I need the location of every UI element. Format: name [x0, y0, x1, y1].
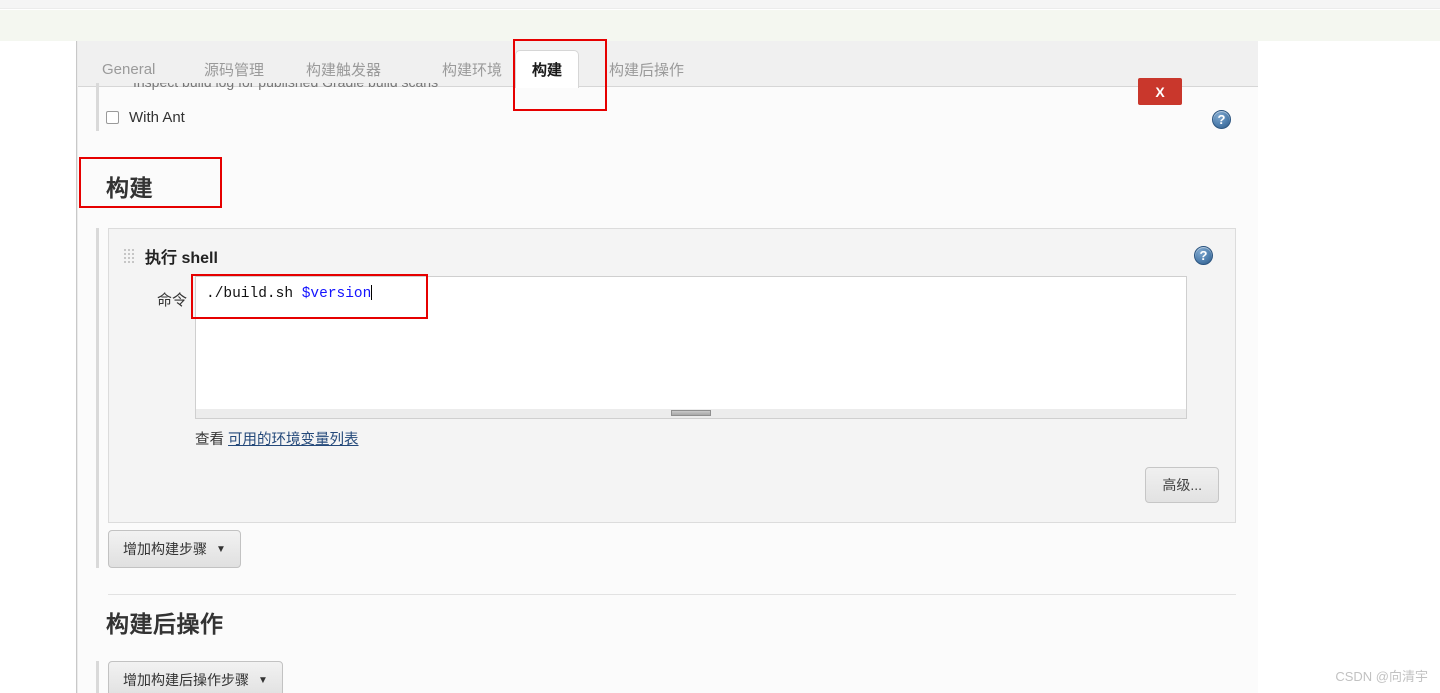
command-input-footer	[195, 409, 1187, 419]
with-ant-checkbox[interactable]	[106, 111, 119, 124]
chevron-down-icon-postbuild: ▼	[258, 674, 268, 686]
post-build-section-title: 构建后操作	[106, 611, 224, 637]
build-step-header: 执行 shell	[123, 244, 218, 268]
form-block-rail-env	[96, 83, 99, 131]
resize-grip-icon[interactable]	[671, 410, 711, 416]
page-top-band	[0, 10, 1440, 41]
add-build-step-label: 增加构建步骤	[123, 541, 207, 557]
command-text-prefix: ./build.sh	[206, 286, 302, 302]
tab-post-build[interactable]: 构建后操作	[593, 51, 700, 87]
drag-handle-icon[interactable]	[123, 248, 135, 264]
with-ant-help-icon[interactable]: ?	[1212, 110, 1231, 129]
screenshot-root: General 源码管理 构建触发器 构建环境 构建 构建后操作 Inspect…	[0, 0, 1440, 693]
section-divider	[108, 594, 1236, 595]
form-block-rail-build	[96, 228, 99, 568]
browser-top-strip	[0, 0, 1440, 9]
env-vars-row: 查看 可用的环境变量列表	[195, 428, 359, 449]
right-gutter	[1258, 41, 1440, 693]
add-post-build-step-button[interactable]: 增加构建后操作步骤 ▼	[108, 661, 283, 693]
gradle-scan-option-text: Inspect build log for published Gradle b…	[133, 83, 613, 90]
tab-build-triggers[interactable]: 构建触发器	[290, 51, 397, 87]
command-label: 命令	[157, 292, 188, 309]
tab-general[interactable]: General	[86, 51, 171, 87]
tab-build-env[interactable]: 构建环境	[426, 51, 518, 87]
execute-shell-help-icon[interactable]: ?	[1194, 246, 1213, 265]
add-post-build-step-label: 增加构建后操作步骤	[123, 672, 249, 688]
text-cursor	[371, 285, 373, 300]
advanced-button[interactable]: 高级...	[1145, 467, 1219, 503]
add-build-step-button[interactable]: 增加构建步骤 ▼	[108, 530, 241, 568]
command-input[interactable]: ./build.sh $version	[195, 276, 1187, 409]
left-gutter	[0, 41, 77, 693]
job-config-panel: General 源码管理 构建触发器 构建环境 构建 构建后操作 Inspect…	[78, 41, 1258, 693]
env-vars-link[interactable]: 可用的环境变量列表	[228, 432, 359, 448]
tab-scm[interactable]: 源码管理	[188, 51, 280, 87]
with-ant-row[interactable]: With Ant	[106, 109, 185, 126]
build-section-title: 构建	[106, 175, 153, 201]
build-step-title: 执行 shell	[145, 250, 218, 267]
form-block-rail-postbuild	[96, 661, 99, 693]
gradle-scan-option-clipped: Inspect build log for published Gradle b…	[133, 83, 613, 97]
delete-build-step-button[interactable]: X	[1138, 78, 1182, 105]
build-step-execute-shell: 执行 shell 命令 ./build.sh $version 查看 可用的环境…	[108, 228, 1236, 523]
watermark: CSDN @向清宇	[1335, 669, 1428, 684]
with-ant-label: With Ant	[129, 109, 185, 126]
env-vars-prefix: 查看	[195, 432, 224, 448]
config-tab-bar: General 源码管理 构建触发器 构建环境 构建 构建后操作	[78, 41, 1258, 88]
chevron-down-icon: ▼	[216, 543, 226, 555]
command-text-variable: $version	[301, 286, 372, 302]
